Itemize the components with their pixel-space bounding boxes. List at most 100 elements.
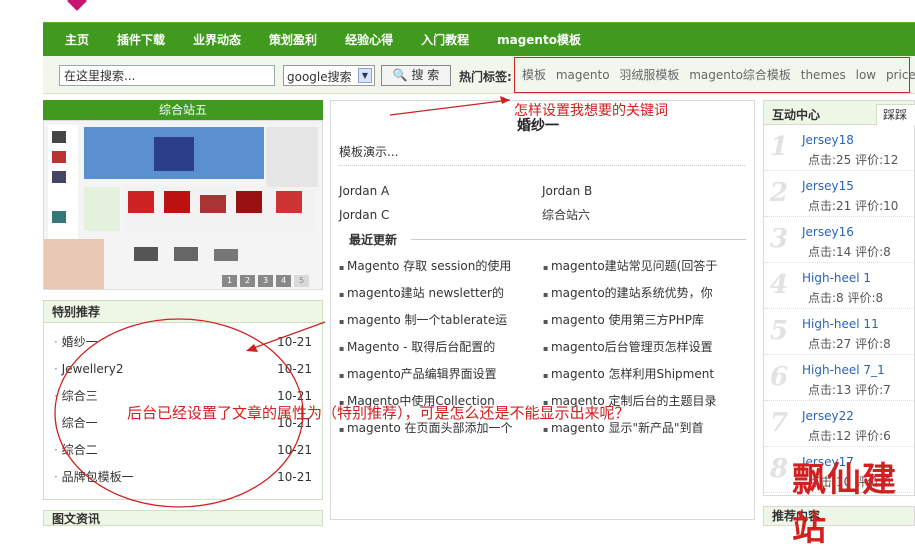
search-icon: 🔍 <box>392 68 408 82</box>
item-title[interactable]: 婚纱一 <box>54 329 98 356</box>
ranking-item: 2 Jersey15 点击:21 评价:10 <box>764 171 914 217</box>
ranking-link[interactable]: Jersey18 <box>802 133 854 147</box>
ranking-item: 3 Jersey16 点击:14 评价:8 <box>764 217 914 263</box>
nav-profit[interactable]: 策划盈利 <box>269 31 317 48</box>
divider <box>411 239 746 240</box>
tab-dislike[interactable]: 踩踩 <box>876 104 915 125</box>
item-title[interactable]: 综合二 <box>54 437 98 464</box>
list-item[interactable]: 综合二 10-21 <box>54 437 312 464</box>
interaction-center-panel: 互动中心 踩踩 1 Jersey18 点击:25 评价:12 2 Jersey15 点击… <box>763 100 915 496</box>
ranking-item: 4 High-heel 1 点击:8 评价:8 <box>764 263 914 309</box>
rank-number: 5 <box>770 316 789 346</box>
rank-number: 2 <box>770 178 789 208</box>
ranking-stats: 点击:12 评价:6 <box>808 429 891 443</box>
nav-tutorial[interactable]: 入门教程 <box>421 31 469 48</box>
search-engine-select[interactable]: google搜索 ▼ <box>283 65 375 86</box>
update-link[interactable]: Magento 存取 session的使用 <box>339 253 543 280</box>
update-link[interactable]: magento后台管理页怎样设置 <box>543 334 747 361</box>
item-title[interactable]: Jewellery2 <box>54 356 124 383</box>
rank-number: 7 <box>770 408 789 438</box>
rank-number: 3 <box>770 224 789 254</box>
site-screenshot[interactable]: 1 2 3 4 5 <box>43 120 323 290</box>
related-sites: Jordan A Jordan B Jordan C 综合站六 <box>339 179 749 227</box>
update-link[interactable]: magento 制一个tablerate运 <box>339 307 543 334</box>
list-item[interactable]: 品牌包模板一 10-21 <box>54 464 312 491</box>
item-title[interactable]: 品牌包模板一 <box>54 464 134 491</box>
search-button[interactable]: 🔍 搜 索 <box>381 65 451 86</box>
template-demo-link[interactable]: 模板演示... <box>339 143 398 160</box>
update-link[interactable]: magento建站常见问题(回答于 <box>543 253 747 280</box>
ranking-link[interactable]: Jersey16 <box>802 225 854 239</box>
interaction-center-title[interactable]: 互动中心 <box>772 106 820 123</box>
hot-tags-label: 热门标签: <box>459 70 512 84</box>
slide-pager: 1 2 3 4 5 <box>222 275 312 287</box>
ranking-link[interactable]: High-heel 1 <box>802 271 871 285</box>
ranking-link[interactable]: Jersey15 <box>802 179 854 193</box>
ranking-stats: 点击:27 评价:8 <box>808 337 891 351</box>
ranking-link[interactable]: Jersey22 <box>802 409 854 423</box>
chevron-down-icon: ▼ <box>358 68 372 83</box>
divider <box>339 165 745 166</box>
search-button-label: 搜 索 <box>411 68 440 82</box>
annotation-keyword-question: 怎样设置我想要的关键词 <box>514 103 668 119</box>
ranking-link[interactable]: High-heel 7_1 <box>802 363 885 377</box>
ranking-item: 6 High-heel 7_1 点击:13 评价:7 <box>764 355 914 401</box>
item-date: 10-21 <box>277 470 312 484</box>
item-title[interactable]: 综合三 <box>54 383 98 410</box>
search-input[interactable] <box>59 65 275 86</box>
featured-site-title[interactable]: 综合站五 <box>43 100 323 120</box>
ranking-stats: 点击:25 评价:12 <box>808 153 899 167</box>
update-link[interactable]: magento 使用第三方PHP库 <box>543 307 747 334</box>
nav-experience[interactable]: 经验心得 <box>345 31 393 48</box>
ranking-item: 1 Jersey18 点击:25 评价:12 <box>764 125 914 171</box>
nav-home[interactable]: 主页 <box>65 31 89 48</box>
main-nav: 主页 插件下载 业界动态 策划盈利 经验心得 入门教程 magento模板 <box>43 22 915 56</box>
rank-number: 1 <box>770 132 789 162</box>
latest-updates-title: 最近更新 <box>349 233 398 247</box>
related-link[interactable]: Jordan C <box>339 203 542 227</box>
nav-industry[interactable]: 业界动态 <box>193 31 241 48</box>
interaction-center-header: 互动中心 踩踩 <box>764 101 915 125</box>
rank-number: 6 <box>770 362 789 392</box>
annotation-recommend-question: 后台已经设置了文章的属性为（特别推荐），可是怎么还是不能显示出来呢？ <box>127 404 630 422</box>
ranking-stats: 点击:14 评价:8 <box>808 245 891 259</box>
annotation-highlight-box <box>514 57 910 93</box>
picture-news-title: 图文资讯 <box>43 510 323 526</box>
pager-4[interactable]: 4 <box>276 275 291 287</box>
item-date: 10-21 <box>277 362 312 376</box>
pager-5[interactable]: 5 <box>294 275 309 287</box>
related-link[interactable]: Jordan B <box>542 179 745 203</box>
featured-site-panel: 综合站五 1 2 3 4 5 <box>43 100 323 290</box>
related-link[interactable]: Jordan A <box>339 179 542 203</box>
pager-3[interactable]: 3 <box>258 275 273 287</box>
update-link[interactable]: magento建站 newsletter的 <box>339 280 543 307</box>
article-panel: 婚纱一 模板演示... Jordan A Jordan B Jordan C 综合站… <box>330 100 755 520</box>
update-link[interactable]: magento产品编辑界面设置 <box>339 361 543 388</box>
update-link[interactable]: magento 怎样利用Shipment <box>543 361 747 388</box>
item-date: 10-21 <box>277 443 312 457</box>
logo-icon <box>67 0 87 11</box>
ranking-item: 7 Jersey22 点击:12 评价:6 <box>764 401 914 447</box>
update-link[interactable]: Magento - 取得后台配置的 <box>339 334 543 361</box>
ranking-stats: 点击:13 评价:7 <box>808 383 891 397</box>
ranking-link[interactable]: High-heel 11 <box>802 317 879 331</box>
ranking-stats: 点击:21 评价:10 <box>808 199 899 213</box>
ranking-stats: 点击:8 评价:8 <box>808 291 884 305</box>
related-link[interactable]: 综合站六 <box>542 203 745 227</box>
special-recommend-title: 特别推荐 <box>44 301 322 323</box>
pager-1[interactable]: 1 <box>222 275 237 287</box>
top-strip <box>0 0 915 22</box>
nav-plugins[interactable]: 插件下载 <box>117 31 165 48</box>
item-date: 10-21 <box>277 335 312 349</box>
item-title[interactable]: 综合一 <box>54 410 98 437</box>
pager-2[interactable]: 2 <box>240 275 255 287</box>
list-item[interactable]: Jewellery2 10-21 <box>54 356 312 383</box>
nav-templates[interactable]: magento模板 <box>497 31 581 48</box>
ranking-item: 5 High-heel 11 点击:27 评价:8 <box>764 309 914 355</box>
watermark: 飘仙建站 <box>792 460 897 549</box>
special-recommend-panel: 特别推荐 婚纱一 10-21 Jewellery2 10-21 综合三 10-21 综… <box>43 300 323 500</box>
rank-number: 8 <box>770 454 789 484</box>
update-link[interactable]: magento的建站系统优势，你 <box>543 280 747 307</box>
engine-label: google搜索 <box>287 70 352 84</box>
list-item[interactable]: 婚纱一 10-21 <box>54 329 312 356</box>
